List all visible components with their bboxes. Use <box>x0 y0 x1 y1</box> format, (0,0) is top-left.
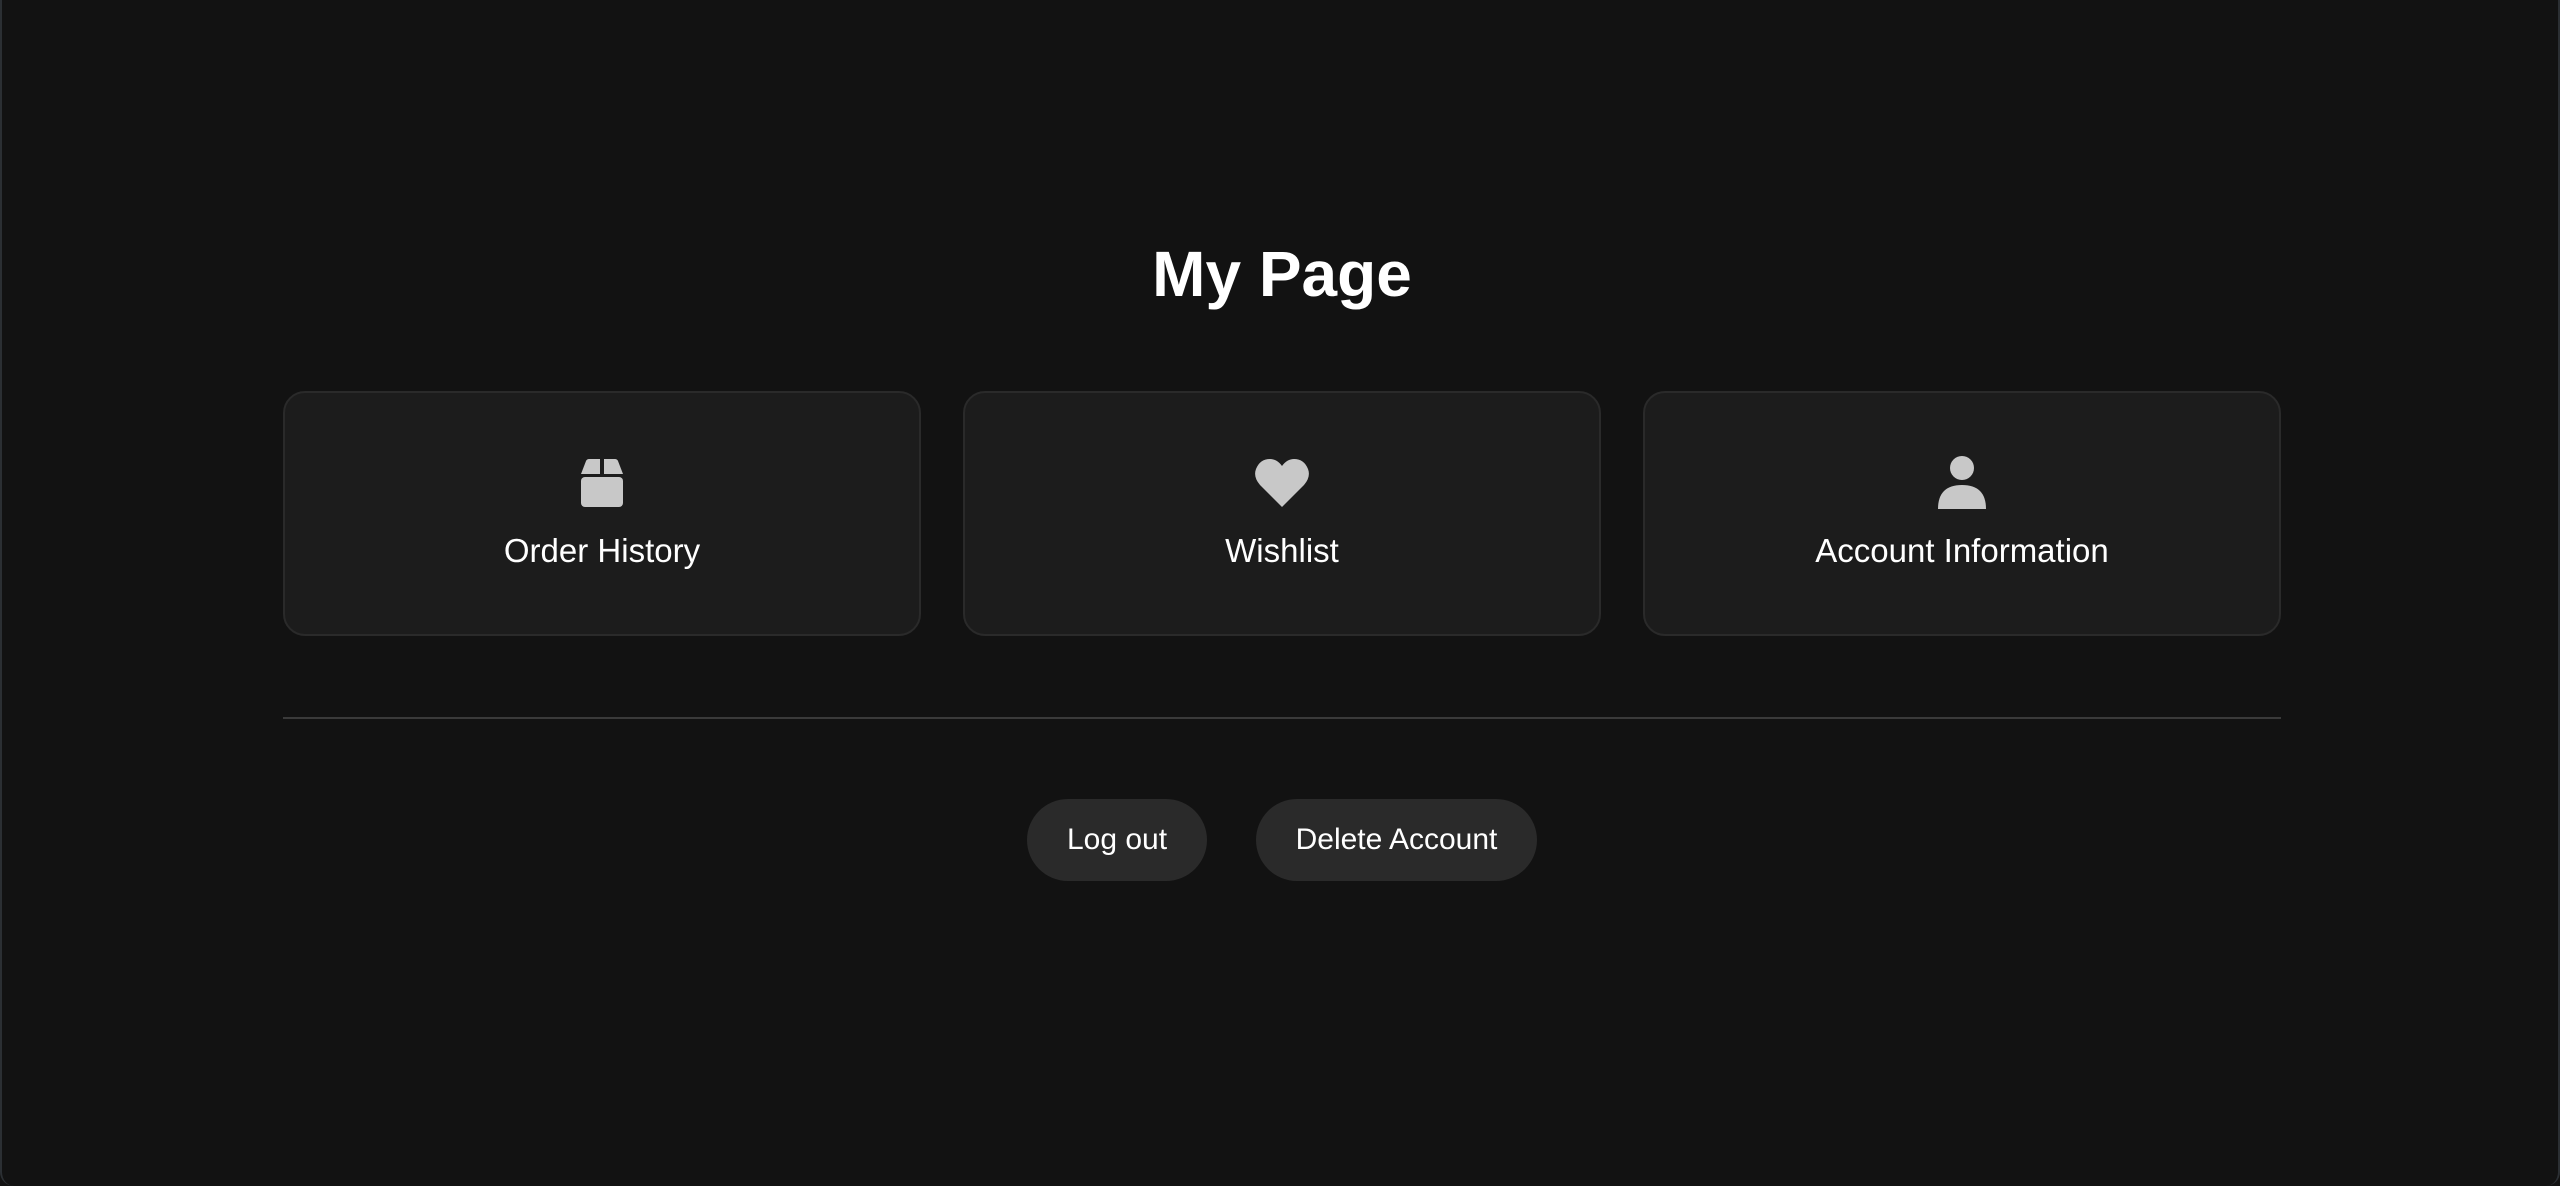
app-window: My Page Order History Wishlist Account I… <box>0 0 2560 1186</box>
box-icon <box>581 459 623 507</box>
wishlist-card[interactable]: Wishlist <box>963 391 1601 636</box>
logout-button[interactable]: Log out <box>1027 799 1207 881</box>
section-divider <box>283 717 2281 719</box>
heart-icon <box>1255 459 1309 507</box>
user-icon <box>1938 456 1986 509</box>
page-title: My Page <box>1152 238 1412 310</box>
delete-account-button[interactable]: Delete Account <box>1256 799 1537 881</box>
account-information-card[interactable]: Account Information <box>1643 391 2281 636</box>
wishlist-label: Wishlist <box>1225 532 1339 569</box>
order-history-label: Order History <box>503 532 701 569</box>
account-information-label: Account Information <box>1815 532 2109 569</box>
order-history-card[interactable]: Order History <box>283 391 921 636</box>
